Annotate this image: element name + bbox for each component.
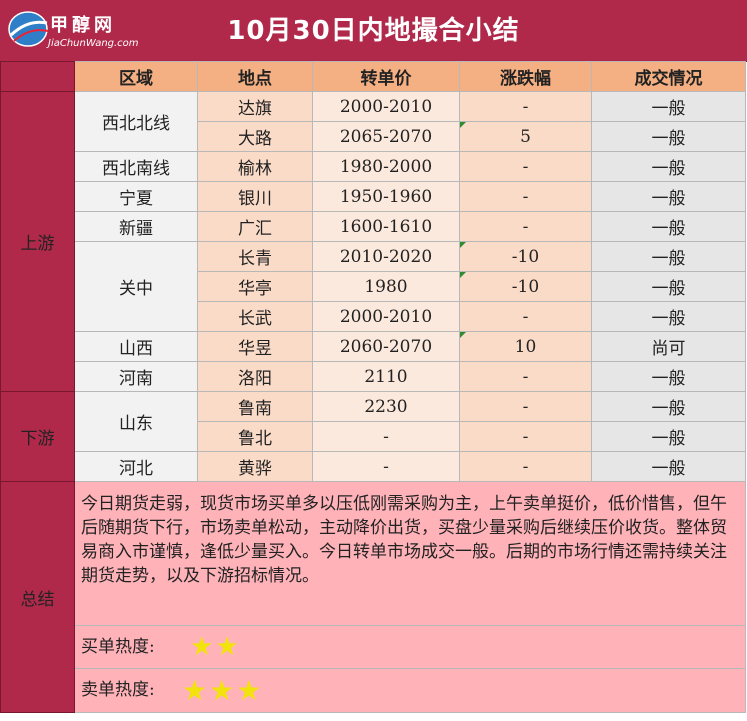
price-cell: 2230 bbox=[312, 391, 460, 422]
location-cell: 广汇 bbox=[197, 211, 313, 242]
location-cell: 黄骅 bbox=[197, 451, 313, 482]
price-cell: 2065-2070 bbox=[312, 121, 460, 152]
change-cell: -10 bbox=[459, 241, 592, 272]
change-cell: - bbox=[459, 151, 592, 182]
location-cell: 银川 bbox=[197, 181, 313, 212]
corner-cell bbox=[0, 61, 75, 92]
summary-row: 总结 今日期货走弱，现货市场买单多以压低刚需采购为主，上午卖单挺价，低价惜售，但… bbox=[0, 481, 746, 713]
change-cell: - bbox=[459, 361, 592, 392]
trade-cell: 一般 bbox=[591, 151, 746, 182]
region-cell: 西北南线 bbox=[74, 151, 198, 182]
column-header-price: 转单价 bbox=[312, 61, 460, 92]
price-cell: 1980 bbox=[312, 271, 460, 302]
price-cell: 2110 bbox=[312, 361, 460, 392]
buy-heat-label: 买单热度: bbox=[81, 636, 155, 657]
trade-cell: 尚可 bbox=[591, 331, 746, 362]
trade-cell: 一般 bbox=[591, 391, 746, 422]
location-cell: 长青 bbox=[197, 241, 313, 272]
price-cell: 2000-2010 bbox=[312, 91, 460, 122]
region-cell: 山东 bbox=[74, 391, 198, 452]
price-cell: - bbox=[312, 421, 460, 452]
trade-cell: 一般 bbox=[591, 91, 746, 122]
location-cell: 榆林 bbox=[197, 151, 313, 182]
column-header-region: 区域 bbox=[74, 61, 198, 92]
summary-text: 今日期货走弱，现货市场买单多以压低刚需采购为主，上午卖单挺价，低价惜售，但午后随… bbox=[74, 481, 746, 626]
price-cell: 2060-2070 bbox=[312, 331, 460, 362]
sell-heat-stars: ★★★ bbox=[182, 674, 264, 707]
header-bar: 甲醇网 JiaChunWang.com 10月30日内地撮合小结 bbox=[0, 0, 747, 62]
trade-cell: 一般 bbox=[591, 271, 746, 302]
change-cell: - bbox=[459, 391, 592, 422]
column-header-row: 区域 地点 转单价 涨跌幅 成交情况 bbox=[0, 61, 746, 92]
table-row: 河北 黄骅 - - 一般 bbox=[1, 451, 746, 482]
table-row: 宁夏 银川 1950-1960 - 一般 bbox=[1, 181, 746, 212]
table-row: 下游 山东 鲁南 2230 - 一般 bbox=[0, 391, 746, 482]
price-cell: - bbox=[312, 451, 460, 482]
table-row: 山西 华昱 2060-2070 10 尚可 bbox=[1, 331, 746, 362]
trade-cell: 一般 bbox=[591, 181, 746, 212]
table-row: 关中 长青 2010-2020 -10 一般 bbox=[1, 241, 746, 332]
price-cell: 2010-2020 bbox=[312, 241, 460, 272]
table-row: 上游 西北北线 达旗 2000-2010 - 一般 bbox=[0, 91, 746, 392]
location-cell: 鲁南 bbox=[197, 391, 313, 422]
price-cell: 1980-2000 bbox=[312, 151, 460, 182]
trade-cell: 一般 bbox=[591, 241, 746, 272]
change-cell: 10 bbox=[459, 331, 592, 362]
change-cell: - bbox=[459, 211, 592, 242]
table-row: 新疆 广汇 1600-1610 - 一般 bbox=[1, 211, 746, 242]
change-cell: - bbox=[459, 451, 592, 482]
region-cell: 宁夏 bbox=[74, 181, 198, 212]
location-cell: 大路 bbox=[197, 121, 313, 152]
price-cell: 1600-1610 bbox=[312, 211, 460, 242]
trade-cell: 一般 bbox=[591, 421, 746, 452]
sell-heat-cell: 卖单热度: ★★★ bbox=[74, 668, 746, 713]
table-row: 河南 洛阳 2110 - 一般 bbox=[1, 361, 746, 392]
location-cell: 洛阳 bbox=[197, 361, 313, 392]
region-cell: 新疆 bbox=[74, 211, 198, 242]
trade-cell: 一般 bbox=[591, 451, 746, 482]
column-header-trade: 成交情况 bbox=[591, 61, 746, 92]
trade-cell: 一般 bbox=[591, 361, 746, 392]
section-downstream: 下游 bbox=[0, 391, 75, 482]
page-title: 10月30日内地撮合小结 bbox=[227, 16, 520, 46]
location-cell: 达旗 bbox=[197, 91, 313, 122]
change-cell: - bbox=[459, 91, 592, 122]
change-cell: - bbox=[459, 301, 592, 332]
region-cell: 河南 bbox=[74, 361, 198, 392]
column-header-location: 地点 bbox=[197, 61, 313, 92]
region-cell: 西北北线 bbox=[74, 91, 198, 152]
trade-cell: 一般 bbox=[591, 211, 746, 242]
price-cell: 2000-2010 bbox=[312, 301, 460, 332]
region-cell: 河北 bbox=[74, 451, 198, 482]
section-upstream: 上游 bbox=[0, 91, 75, 392]
buy-heat-cell: 买单热度: ★★ bbox=[74, 625, 746, 669]
buy-heat-stars: ★★ bbox=[190, 632, 241, 663]
change-cell: -10 bbox=[459, 271, 592, 302]
price-cell: 1950-1960 bbox=[312, 181, 460, 212]
location-cell: 鲁北 bbox=[197, 421, 313, 452]
sell-heat-row: 卖单热度: ★★★ bbox=[1, 668, 746, 713]
table-row: 西北南线 榆林 1980-2000 - 一般 bbox=[1, 151, 746, 182]
column-header-change: 涨跌幅 bbox=[459, 61, 592, 92]
location-cell: 长武 bbox=[197, 301, 313, 332]
price-table: 区域 地点 转单价 涨跌幅 成交情况 上游 西北北线 达旗 2000-2010 … bbox=[0, 61, 746, 713]
change-cell: 5 bbox=[459, 121, 592, 152]
section-summary: 总结 bbox=[0, 481, 75, 713]
region-cell: 山西 bbox=[74, 331, 198, 362]
buy-heat-row: 买单热度: ★★ bbox=[1, 625, 746, 669]
change-cell: - bbox=[459, 181, 592, 212]
sell-heat-label: 卖单热度: bbox=[81, 680, 155, 700]
trade-cell: 一般 bbox=[591, 301, 746, 332]
trade-cell: 一般 bbox=[591, 121, 746, 152]
region-cell: 关中 bbox=[74, 241, 198, 332]
location-cell: 华亭 bbox=[197, 271, 313, 302]
location-cell: 华昱 bbox=[197, 331, 313, 362]
summary-sheet: 甲醇网 JiaChunWang.com 10月30日内地撮合小结 区域 地点 转… bbox=[0, 0, 747, 721]
change-cell: - bbox=[459, 421, 592, 452]
